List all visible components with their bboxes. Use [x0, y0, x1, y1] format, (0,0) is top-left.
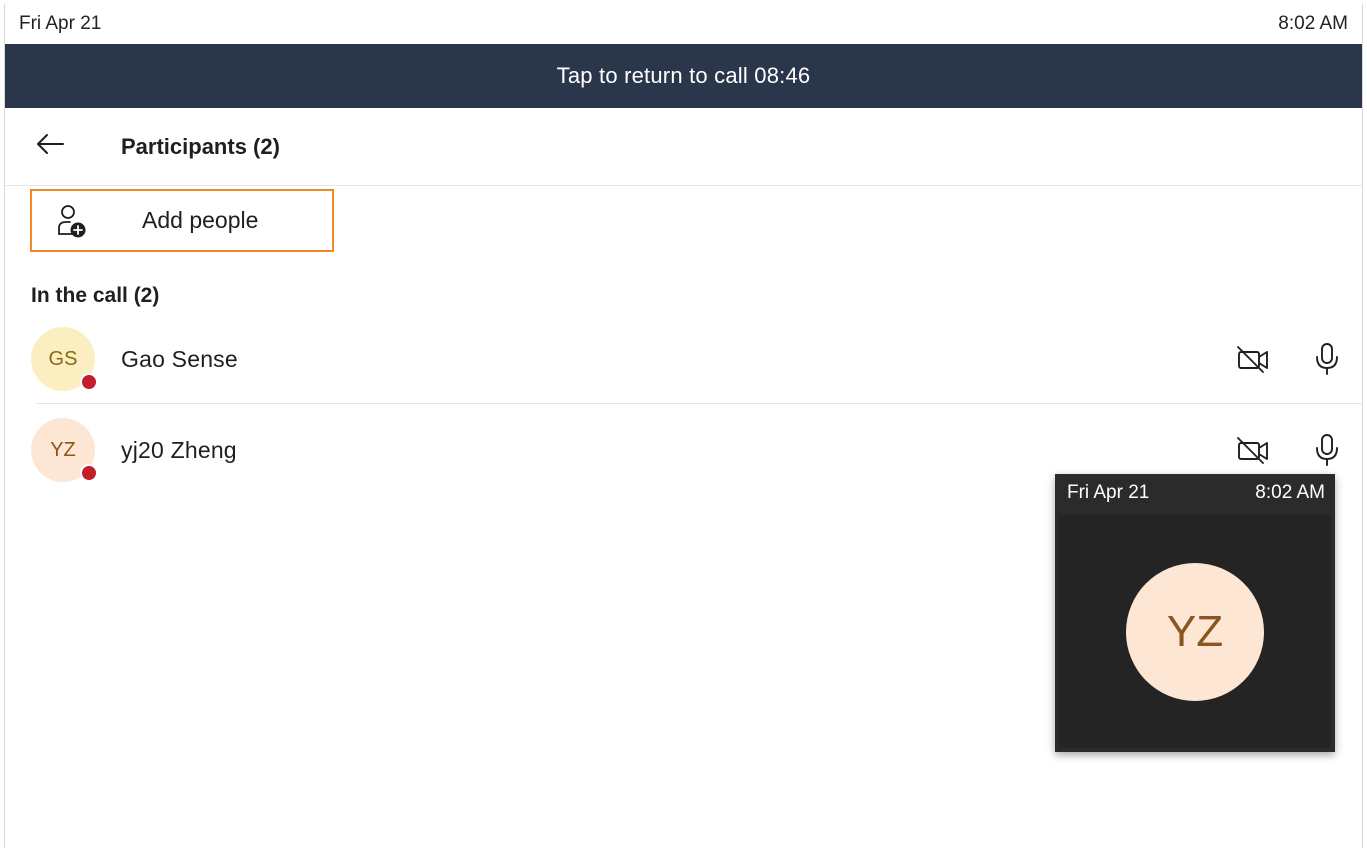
- call-preview-window[interactable]: Fri Apr 21 8:02 AM YZ: [1055, 474, 1335, 752]
- pip-avatar: YZ: [1126, 562, 1264, 701]
- avatar: YZ: [31, 418, 98, 482]
- video-off-icon[interactable]: [1236, 344, 1270, 374]
- app-window: Fri Apr 21 8:02 AM Tap to return to call…: [4, 4, 1363, 848]
- row-divider: [37, 403, 1362, 404]
- avatar: GS: [31, 327, 98, 391]
- participant-name: yj20 Zheng: [121, 436, 237, 463]
- pip-video-area: YZ: [1059, 515, 1331, 748]
- presence-busy-icon: [80, 464, 98, 482]
- pip-time: 8:02 AM: [1255, 482, 1325, 503]
- in-call-section-title: In the call (2): [31, 284, 160, 307]
- status-date: Fri Apr 21: [19, 13, 102, 34]
- pip-avatar-initials: YZ: [1166, 606, 1224, 656]
- participant-controls: [1236, 433, 1340, 467]
- return-to-call-banner[interactable]: Tap to return to call 08:46: [5, 44, 1362, 108]
- arrow-left-icon: [35, 133, 65, 160]
- add-people-button[interactable]: Add people: [30, 189, 334, 252]
- avatar-initials: GS: [48, 347, 78, 370]
- status-bar: Fri Apr 21 8:02 AM: [5, 4, 1362, 44]
- video-off-icon[interactable]: [1236, 435, 1270, 465]
- participant-controls: [1236, 342, 1340, 376]
- page-header: Participants (2): [5, 108, 1362, 186]
- microphone-icon[interactable]: [1314, 433, 1340, 467]
- presence-busy-icon: [80, 373, 98, 391]
- back-button[interactable]: [5, 108, 93, 186]
- participant-row[interactable]: GS Gao Sense: [5, 316, 1362, 402]
- add-person-icon: [32, 204, 112, 238]
- avatar-initials: YZ: [50, 438, 76, 461]
- pip-status-bar: Fri Apr 21 8:02 AM: [1055, 474, 1335, 512]
- page-title: Participants (2): [121, 133, 280, 159]
- add-people-label: Add people: [142, 207, 259, 233]
- return-to-call-label: Tap to return to call 08:46: [556, 63, 811, 88]
- participant-name: Gao Sense: [121, 345, 238, 372]
- microphone-icon[interactable]: [1314, 342, 1340, 376]
- status-time: 8:02 AM: [1278, 13, 1348, 34]
- pip-date: Fri Apr 21: [1067, 482, 1150, 503]
